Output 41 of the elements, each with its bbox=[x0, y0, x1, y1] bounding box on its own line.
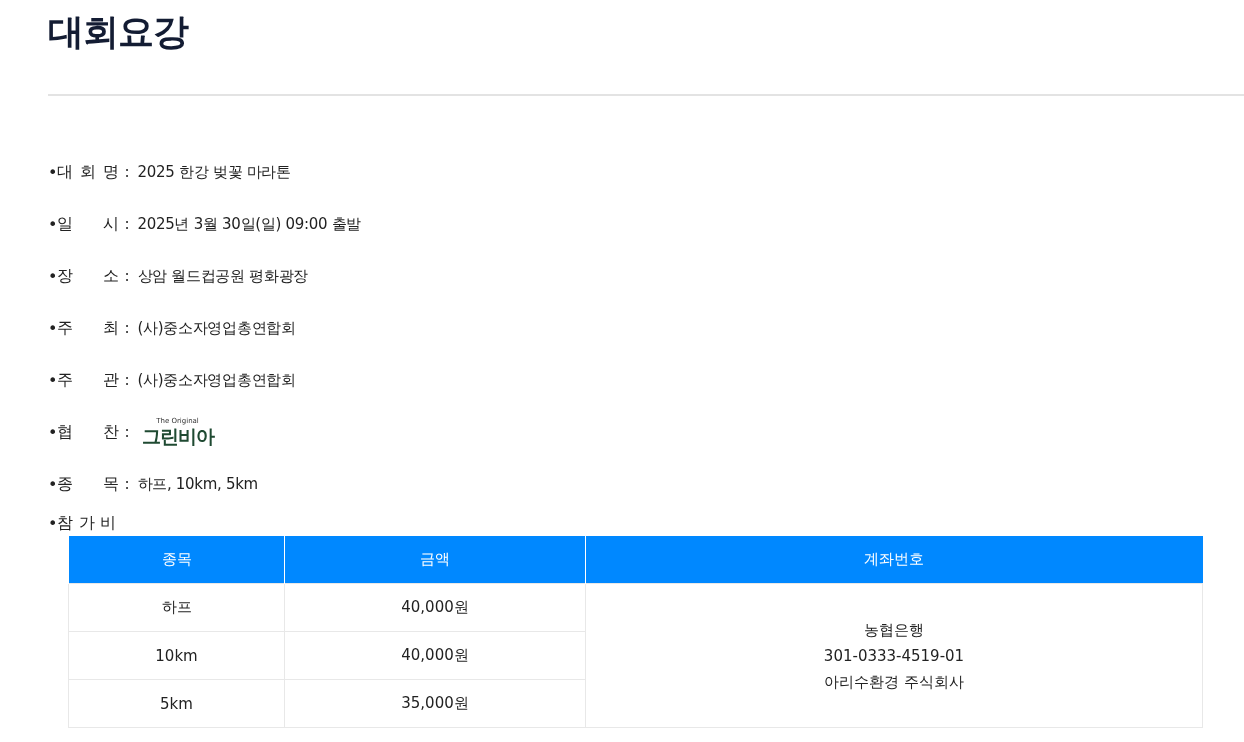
field-label: 주 관 bbox=[57, 369, 120, 391]
bullet: • bbox=[48, 422, 58, 442]
bullet: • bbox=[48, 318, 58, 338]
bullet: • bbox=[48, 474, 58, 494]
colon: : bbox=[124, 163, 130, 181]
bullet: • bbox=[48, 214, 58, 234]
table-cell: 10km bbox=[68, 631, 285, 680]
page-title: 대회요강 bbox=[48, 10, 190, 54]
account-line: 301-0333-4519-01 bbox=[822, 645, 966, 667]
column-header: 계좌번호 bbox=[585, 536, 1203, 584]
table-cell: 40,000원 bbox=[284, 583, 586, 632]
field-label: 대 회 명 bbox=[57, 161, 120, 183]
field-label: 협 찬 bbox=[57, 421, 120, 443]
field-value: 하프, 10km, 5km bbox=[137, 474, 258, 494]
field-value: 2025 한강 벚꽃 마라톤 bbox=[137, 162, 291, 182]
table-cell: 하프 bbox=[68, 583, 285, 632]
field-label: 일 시 bbox=[57, 213, 120, 235]
colon: : bbox=[124, 267, 130, 285]
column-header: 종목 bbox=[68, 536, 285, 584]
field-label: 장 소 bbox=[57, 265, 120, 287]
field-value: (사)중소자영업총연합회 bbox=[137, 318, 296, 338]
field-value: (사)중소자영업총연합회 bbox=[137, 370, 296, 390]
bullet: • bbox=[48, 370, 58, 390]
column-header: 금액 bbox=[284, 536, 586, 584]
colon: : bbox=[124, 423, 130, 441]
table-cell: 5km bbox=[68, 679, 285, 728]
colon: : bbox=[124, 371, 130, 389]
logo-wordmark: 그린비아 bbox=[141, 427, 214, 446]
field-label: 주 최 bbox=[57, 317, 120, 339]
field-value: 2025년 3월 30일(일) 09:00 출발 bbox=[137, 214, 362, 234]
field-label: 참 가 비 bbox=[57, 512, 116, 534]
field-label: 종 목 bbox=[57, 473, 120, 495]
bullet: • bbox=[48, 513, 58, 533]
bullet: • bbox=[48, 266, 58, 286]
colon: : bbox=[124, 319, 130, 337]
account-line: 아리수환경 주식회사 bbox=[823, 671, 965, 693]
account-line: 농협은행 bbox=[863, 619, 925, 641]
field-value: 상암 월드컵공원 평화광장 bbox=[137, 266, 309, 286]
bullet: • bbox=[48, 162, 58, 182]
colon: : bbox=[124, 475, 130, 493]
colon: : bbox=[124, 215, 130, 233]
